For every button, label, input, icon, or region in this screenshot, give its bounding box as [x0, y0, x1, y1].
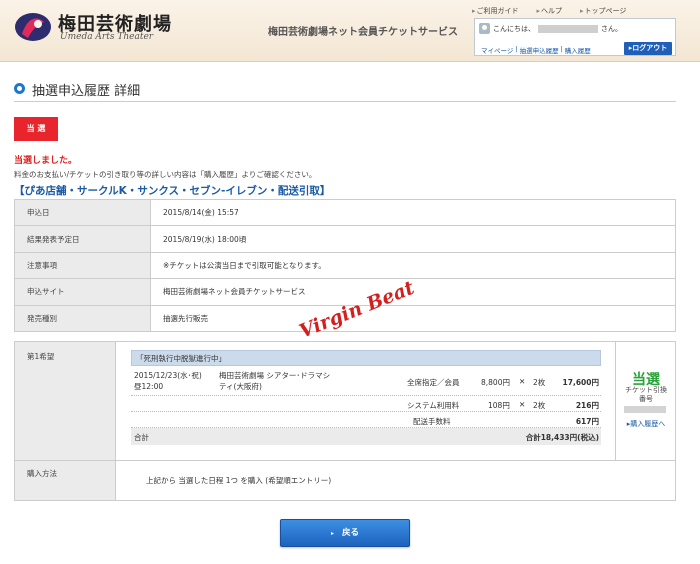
delivery-row: 配送手数料 617円 [131, 412, 601, 428]
first-wish-section: 第1希望 「死刑執行中脱獄進行中」 2015/12/23(水･祝) 昼12:00… [14, 341, 676, 461]
guide-link[interactable]: ご利用ガイド [472, 6, 519, 16]
greeting-prefix: こんにちは、 [493, 24, 535, 33]
fee-quantity: 2枚 [533, 401, 546, 410]
greeting: こんにちは、 さん。 [479, 23, 622, 34]
link-separator: | [560, 45, 563, 53]
row-value: 2015/8/14(金) 15:57 [150, 198, 676, 227]
performance-time: 昼12:00 [134, 382, 164, 391]
circle-bullet-icon [14, 83, 25, 94]
user-avatar-icon [479, 23, 490, 34]
venue-region: ティ(大阪府) [219, 382, 262, 391]
fee-unit-price: 108円 [488, 401, 510, 410]
logo-mark-icon [15, 13, 51, 41]
venue: 梅田芸術劇場 シアター･ドラマシ [219, 371, 331, 380]
method-value: 上記から 当選した日程 1つ を購入 (希望順エントリー) [146, 476, 332, 485]
purchase-history-link[interactable]: 購入履歴 [565, 45, 591, 55]
times-sign: ✕ [519, 400, 526, 409]
fee-name: システム利用料 [407, 401, 460, 410]
delivery-fee-amount: 617円 [575, 417, 599, 426]
total-amount: 合計18,433円(税込) [525, 433, 599, 442]
fee-row: システム利用料 108円 ✕ 2枚 216円 [131, 396, 601, 412]
page-title-bar: 抽選申込履歴 詳細 [14, 80, 676, 102]
user-links: マイページ | 抽選申込履歴 | 購入履歴 [481, 45, 591, 55]
page-title: 抽選申込履歴 詳細 [32, 84, 141, 99]
total-row: 合計 合計18,433円(税込) [131, 428, 601, 445]
handwritten-signature: Virgin Beat [296, 277, 417, 336]
service-title: 梅田芸術劇場ネット会員チケットサービス [268, 27, 458, 38]
ticket-label-2: 番号 [639, 395, 653, 403]
redacted-user-name [538, 24, 598, 33]
link-separator: | [515, 45, 518, 53]
result-status: 当選 チケット引換 番号 ▸購入履歴へ [615, 342, 675, 460]
row-label: 申込日 [14, 198, 151, 227]
ticket-row: 2015/12/23(水･祝) 昼12:00 梅田芸術劇場 シアター･ドラマシ … [131, 366, 601, 396]
line-amount: 17,600円 [562, 378, 599, 387]
top-page-link[interactable]: トップページ [580, 6, 627, 16]
greeting-suffix: さん。 [601, 24, 622, 33]
performance-date: 2015/12/23(水･祝) [134, 371, 202, 380]
info-note: 料金のお支払い/チケットの引き取り等の詳しい内容は「購入履歴」よりご確認ください… [14, 170, 317, 179]
fee-amount: 216円 [575, 401, 599, 410]
row-label: 注意事項 [14, 251, 151, 280]
triangle-right-icon: ▸ [330, 530, 334, 537]
total-label: 合計 [134, 433, 149, 442]
mypage-link[interactable]: マイページ [481, 45, 513, 55]
purchase-history-link[interactable]: ▸購入履歴へ [616, 419, 676, 429]
logout-button[interactable]: ▸ログアウト [624, 42, 672, 55]
pickup-method: 【ぴあ店舗・サークルK・サンクス・セブン-イレブン・配送引取】 [14, 185, 331, 197]
row-label: 結果発表予定日 [14, 225, 151, 253]
logo-subtitle: Umeda Arts Theater [60, 32, 154, 42]
lottery-history-link[interactable]: 抽選申込履歴 [520, 45, 559, 55]
top-links: ご利用ガイド ヘルプ トップページ [472, 6, 627, 16]
site-header: 梅田芸術劇場 Umeda Arts Theater 梅田芸術劇場ネット会員チケッ… [0, 0, 700, 62]
redacted-ticket-number [624, 406, 666, 413]
ticket-exchange-label: チケット引換 番号 [616, 386, 676, 404]
seat-type: 全席指定／会員 [407, 378, 460, 387]
user-box: こんにちは、 さん。 マイページ | 抽選申込履歴 | 購入履歴 ▸ログアウト [474, 18, 676, 56]
performance-title: 「死刑執行中脱獄進行中」 [131, 350, 601, 366]
signature-text: Virgin Beat [296, 277, 417, 336]
back-button-label: 戻る [342, 528, 360, 538]
quantity: 2枚 [533, 378, 546, 387]
status-badge: 当 選 [14, 117, 58, 141]
purchase-method-section: 購入方法 上記から 当選した日程 1つ を購入 (希望順エントリー) [14, 461, 676, 501]
unit-price: 8,800円 [481, 378, 510, 387]
wish-details: 「死刑執行中脱獄進行中」 2015/12/23(水･祝) 昼12:00 梅田芸術… [131, 350, 601, 445]
times-sign: ✕ [519, 377, 526, 386]
table-row: 申込日 2015/8/14(金) 15:57 [14, 198, 676, 227]
row-label: 発売種別 [14, 304, 151, 332]
help-link[interactable]: ヘルプ [537, 6, 562, 16]
site-logo[interactable]: 梅田芸術劇場 Umeda Arts Theater [14, 10, 174, 46]
wish-label: 第1希望 [15, 342, 116, 460]
table-row: 結果発表予定日 2015/8/19(水) 18:00頃 [14, 225, 676, 253]
ticket-label-1: チケット引換 [625, 386, 667, 394]
delivery-fee-name: 配送手数料 [413, 417, 451, 426]
back-button[interactable]: ▸ 戻る [280, 519, 410, 547]
row-value: 2015/8/19(水) 18:00頃 [150, 225, 676, 253]
win-message: 当選しました。 [14, 156, 78, 166]
row-label: 申込サイト [14, 278, 151, 306]
method-label: 購入方法 [15, 461, 116, 500]
